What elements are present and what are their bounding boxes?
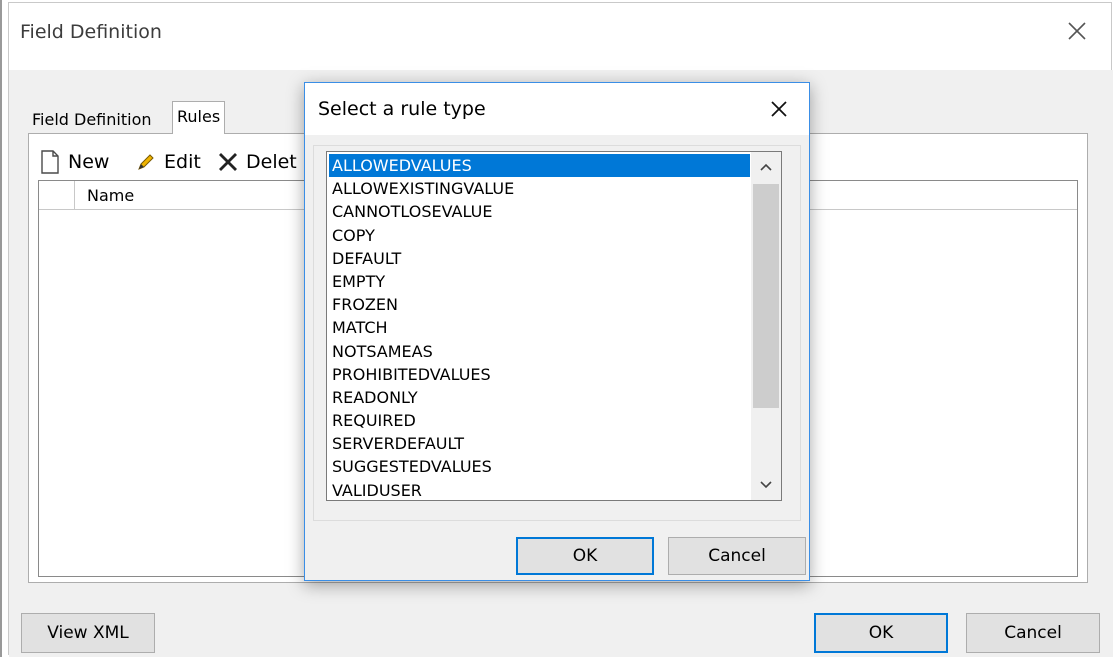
new-label: New xyxy=(68,151,110,173)
rule-type-listbox[interactable]: ALLOWEDVALUES ALLOWEXISTINGVALUE CANNOTL… xyxy=(326,151,782,501)
chevron-down-icon xyxy=(760,481,772,489)
window-edge xyxy=(0,0,2,657)
list-item[interactable]: NOTSAMEAS xyxy=(329,340,749,363)
list-item[interactable]: EMPTY xyxy=(329,270,749,293)
list-item[interactable]: PROHIBITEDVALUES xyxy=(329,363,749,386)
view-xml-button[interactable]: View XML xyxy=(21,613,155,653)
tab-rules[interactable]: Rules xyxy=(172,101,226,134)
window-title: Field Definition xyxy=(20,21,162,43)
rule-type-list: ALLOWEDVALUES ALLOWEXISTINGVALUE CANNOTL… xyxy=(329,154,750,500)
list-item[interactable]: VALIDUSER xyxy=(329,479,749,500)
window-ok-button[interactable]: OK xyxy=(814,613,948,653)
list-item[interactable]: DEFAULT xyxy=(329,247,749,270)
dialog-titlebar: Select a rule type xyxy=(305,83,809,135)
list-item[interactable]: SERVERDEFAULT xyxy=(329,432,749,455)
dialog-close-button[interactable] xyxy=(767,97,791,121)
dialog-title: Select a rule type xyxy=(318,98,486,120)
list-item[interactable]: ALLOWEXISTINGVALUE xyxy=(329,177,749,200)
close-icon xyxy=(771,101,787,117)
dialog-ok-button[interactable]: OK xyxy=(516,537,654,575)
window-close-button[interactable] xyxy=(1064,18,1090,44)
delete-x-icon xyxy=(219,153,237,171)
new-button[interactable]: New xyxy=(40,148,109,176)
list-item[interactable]: REQUIRED xyxy=(329,409,749,432)
close-icon xyxy=(1068,22,1086,40)
scroll-thumb[interactable] xyxy=(753,184,779,408)
pencil-icon xyxy=(138,154,154,170)
list-item[interactable]: READONLY xyxy=(329,386,749,409)
chevron-up-icon xyxy=(760,163,772,171)
list-item[interactable]: COPY xyxy=(329,224,749,247)
list-item[interactable]: CANNOTLOSEVALUE xyxy=(329,200,749,223)
delete-label: Delet xyxy=(246,151,297,173)
window-cancel-button[interactable]: Cancel xyxy=(966,613,1100,653)
edit-button[interactable]: Edit xyxy=(136,148,201,176)
list-item[interactable]: ALLOWEDVALUES xyxy=(329,154,750,178)
edit-label: Edit xyxy=(164,151,201,173)
tab-field-definition[interactable]: Field Definition xyxy=(28,106,156,134)
new-document-icon xyxy=(41,150,59,174)
grid-row-header xyxy=(39,181,75,210)
column-header-name[interactable]: Name xyxy=(87,186,134,205)
list-item[interactable]: FROZEN xyxy=(329,293,749,316)
scroll-up-button[interactable] xyxy=(751,152,781,182)
list-scrollbar[interactable] xyxy=(751,152,781,500)
list-item[interactable]: MATCH xyxy=(329,316,749,339)
scroll-down-button[interactable] xyxy=(751,470,781,500)
dialog-cancel-button[interactable]: Cancel xyxy=(668,537,806,575)
delete-button[interactable]: Delet xyxy=(218,148,297,176)
list-item[interactable]: SUGGESTEDVALUES xyxy=(329,455,749,478)
